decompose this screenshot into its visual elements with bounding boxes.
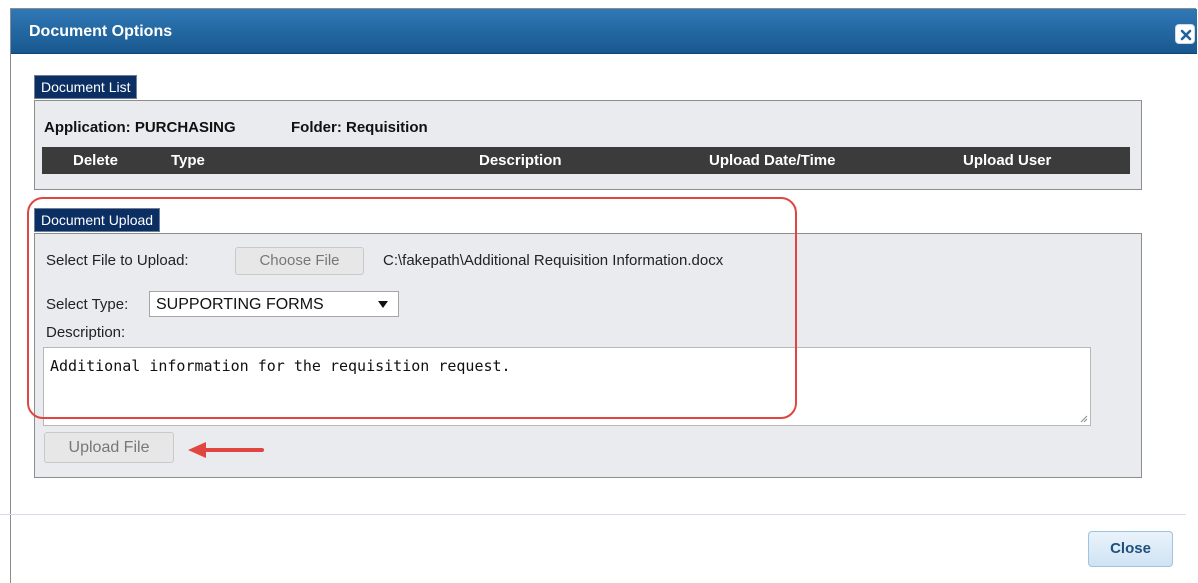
footer-divider: [0, 514, 1186, 515]
close-button[interactable]: Close: [1088, 531, 1173, 567]
arrow-left-icon: [188, 442, 264, 458]
column-header-description[interactable]: Description: [479, 152, 562, 169]
application-label: Application: PURCHASING: [44, 119, 236, 136]
close-icon: [1180, 29, 1192, 41]
folder-label: Folder: Requisition: [291, 119, 428, 136]
column-header-delete[interactable]: Delete: [73, 152, 118, 169]
document-list-legend: Document List: [34, 75, 138, 99]
highlight-box: [27, 197, 797, 419]
column-header-type[interactable]: Type: [171, 152, 205, 169]
document-grid-header: Delete Type Description Upload Date/Time…: [42, 147, 1130, 174]
column-header-upload-date[interactable]: Upload Date/Time: [709, 152, 835, 169]
upload-file-button[interactable]: Upload File: [44, 432, 174, 463]
document-list-panel: [34, 100, 1142, 190]
dialog-close-button[interactable]: [1175, 24, 1195, 44]
dialog-titlebar: Document Options: [11, 9, 1197, 54]
column-header-upload-user[interactable]: Upload User: [963, 152, 1051, 169]
resize-grip-icon[interactable]: [1080, 415, 1088, 423]
dialog-title: Document Options: [29, 23, 173, 40]
